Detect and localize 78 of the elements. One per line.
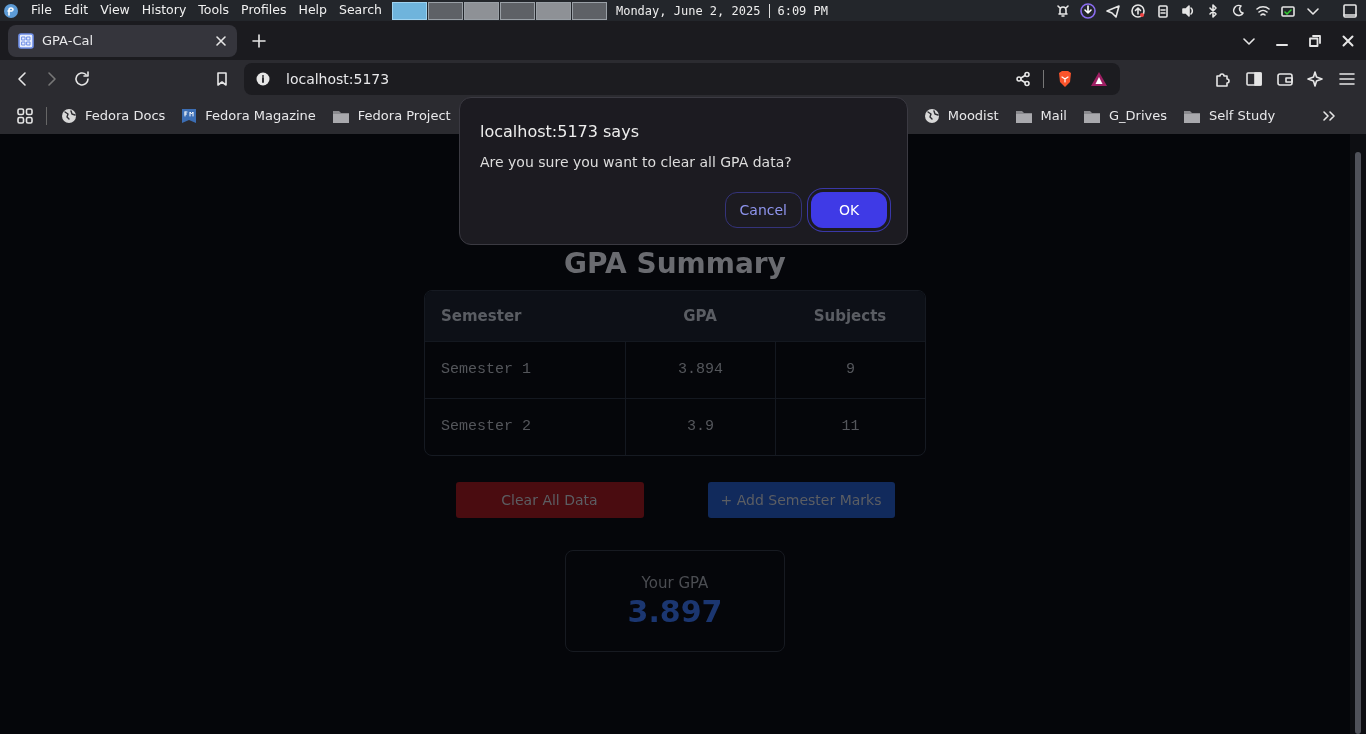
gpa-value: 3.897 <box>627 594 723 631</box>
tab-title: GPA-Cal <box>42 31 95 50</box>
table-cell: 9 <box>775 341 925 399</box>
apps-grid-icon[interactable] <box>16 107 34 125</box>
dialog-message: Are you sure you want to clear all GPA data? <box>480 153 793 172</box>
globe-icon <box>923 108 940 124</box>
download-icon[interactable] <box>1080 2 1096 19</box>
sidebar-icon[interactable] <box>1245 70 1263 88</box>
cancel-button[interactable]: Cancel <box>724 192 802 228</box>
browser-tab[interactable]: GPA-Cal <box>8 24 237 57</box>
table-cell: 3.894 <box>625 341 775 399</box>
menu-icon[interactable] <box>1338 70 1356 88</box>
menu-item[interactable]: Help <box>292 1 333 20</box>
menu-item[interactable]: Edit <box>57 1 95 20</box>
column-header: Subjects <box>775 291 925 342</box>
clock-time: 6:09 PM <box>777 2 828 20</box>
dialog-title: localhost:5173 says <box>480 121 640 143</box>
url-text: localhost:5173 <box>286 69 390 89</box>
scrollbar-thumb[interactable] <box>1355 152 1361 734</box>
workspace-pager-cell[interactable] <box>571 1 607 20</box>
info-icon <box>256 72 270 86</box>
folder-icon <box>1083 108 1101 124</box>
folder-icon <box>331 108 350 124</box>
bookmark-item[interactable]: Fedora Project <box>331 106 451 126</box>
scrollbar-track[interactable] <box>1350 134 1366 734</box>
alarm-bell-icon[interactable] <box>1055 2 1071 19</box>
menu-item[interactable]: View <box>94 1 136 20</box>
workspace-pager-cell[interactable] <box>463 1 499 20</box>
triangle-logo-icon[interactable] <box>1090 70 1108 88</box>
table-cell: 3.9 <box>625 398 775 456</box>
menu-item[interactable]: Tools <box>192 1 236 20</box>
menu-item[interactable]: History <box>135 1 193 20</box>
page-heading: GPA Summary <box>564 248 786 281</box>
paper-plane-icon[interactable] <box>1105 2 1121 19</box>
speaker-icon[interactable] <box>1180 2 1196 19</box>
new-tab-icon[interactable] <box>252 33 266 48</box>
menu-item[interactable]: File <box>25 1 58 20</box>
table-cell: Semester 2 <box>425 398 625 456</box>
bookmark-item[interactable]: Fedora Docs <box>61 106 166 126</box>
show-desktop-icon[interactable] <box>1342 2 1358 19</box>
restore-icon[interactable] <box>1309 34 1321 47</box>
result-label: Your GPA <box>641 572 709 594</box>
globe-icon <box>61 108 77 124</box>
bookmark-item[interactable]: Mail <box>1014 106 1067 126</box>
folder-icon <box>1183 108 1201 124</box>
more-chevrons-icon[interactable] <box>1322 109 1336 123</box>
column-header: GPA <box>625 291 775 342</box>
close-icon[interactable] <box>1342 34 1354 47</box>
bookmark-item[interactable]: Self Study <box>1183 106 1276 126</box>
upload-circle-icon[interactable] <box>1130 2 1146 19</box>
share-icon[interactable] <box>1015 71 1031 87</box>
wallet-icon[interactable] <box>1276 70 1294 88</box>
close-icon[interactable] <box>215 34 227 47</box>
workspace-pager-cell[interactable] <box>499 1 535 20</box>
workspace-pager-cell[interactable] <box>535 1 571 20</box>
sparkle-icon[interactable] <box>1307 70 1325 88</box>
workspace-pager-cell[interactable] <box>427 1 463 20</box>
column-header: Semester <box>425 291 625 342</box>
reload-icon[interactable] <box>73 70 91 88</box>
menu-item[interactable]: Search <box>333 1 388 20</box>
grid-favicon <box>18 32 34 49</box>
bookmark-item[interactable]: G_Drives <box>1083 106 1167 126</box>
address-bar[interactable]: localhost:5173 <box>244 63 1120 95</box>
bookmark-icon[interactable] <box>214 71 230 87</box>
clock-date: Monday, June 2, 2025 <box>615 2 761 20</box>
workspace-pager-cell[interactable] <box>391 1 427 20</box>
magazine-icon <box>181 108 198 124</box>
moon-icon[interactable] <box>1230 2 1246 19</box>
clipboard-icon[interactable] <box>1155 2 1171 19</box>
puzzle-icon[interactable] <box>1214 70 1232 88</box>
table-cell: Semester 1 <box>425 341 625 399</box>
table-cell: 11 <box>775 398 925 456</box>
menu-item[interactable]: Profiles <box>235 1 293 20</box>
clock-divider <box>769 3 771 18</box>
folder-icon <box>1014 108 1033 124</box>
bookmark-item[interactable]: Fedora Magazine <box>181 106 316 126</box>
bookmark-item[interactable]: Moodist <box>923 106 999 126</box>
fedora-logo-icon[interactable] <box>3 2 19 19</box>
